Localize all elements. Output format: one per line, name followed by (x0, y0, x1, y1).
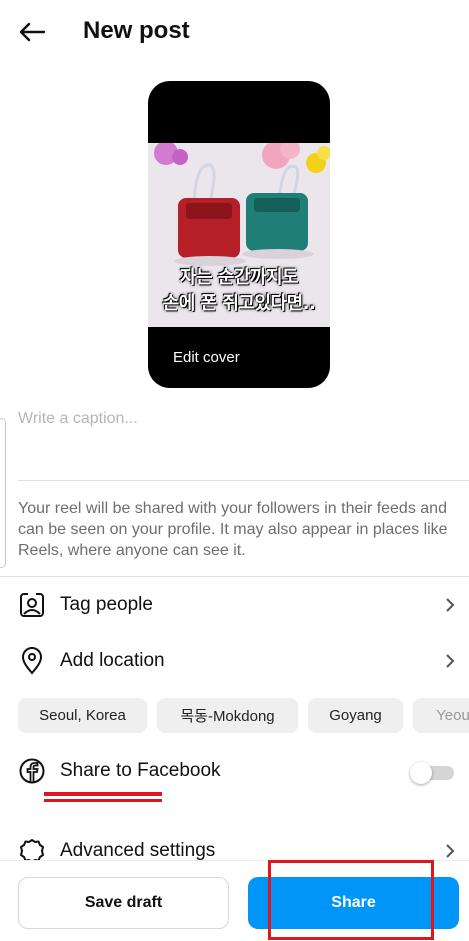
tag-person-icon (18, 591, 46, 619)
chevron-right-icon (442, 651, 458, 671)
arrow-left-icon (19, 22, 46, 42)
advanced-settings-label: Advanced settings (60, 840, 216, 861)
redaction-bar (44, 799, 162, 802)
cover-preview[interactable]: 자는 순간까지도 손에 폰 쥐고있다면.. Edit cover (148, 81, 330, 388)
location-chip[interactable]: Yeou (413, 698, 469, 733)
share-facebook-row: Share to Facebook (0, 747, 469, 795)
location-chip[interactable]: 목동-Mokdong (157, 698, 298, 733)
chevron-right-icon (442, 841, 458, 861)
tag-people-label: Tag people (60, 594, 153, 615)
caption-input[interactable]: Write a caption... (18, 410, 138, 428)
back-button[interactable] (14, 16, 50, 48)
annotation-highlight-box (268, 860, 434, 940)
location-suggestions: Seoul, Korea 목동-Mokdong Goyang Yeou (18, 698, 469, 734)
chevron-right-icon (442, 595, 458, 615)
header: New post (0, 0, 469, 64)
caption-edge (0, 418, 6, 568)
cover-overlay-line-2: 손에 폰 쥐고있다면.. (162, 293, 316, 314)
location-chip[interactable]: Goyang (308, 698, 403, 733)
divider (18, 480, 469, 481)
location-chip[interactable]: Seoul, Korea (18, 698, 147, 733)
add-location-label: Add location (60, 650, 165, 671)
divider (0, 576, 469, 577)
share-facebook-toggle[interactable] (410, 761, 454, 784)
redacted-account-name (44, 790, 162, 804)
edit-cover-button[interactable]: Edit cover (173, 349, 240, 366)
facebook-icon (18, 757, 46, 785)
add-location-row[interactable]: Add location (0, 637, 469, 685)
cover-overlay-line-1: 자는 순간까지도 (179, 267, 299, 288)
save-draft-button[interactable]: Save draft (18, 877, 229, 929)
redaction-bar (44, 792, 162, 796)
share-facebook-label: Share to Facebook (60, 760, 221, 781)
location-pin-icon (18, 647, 46, 675)
tag-people-row[interactable]: Tag people (0, 581, 469, 629)
toggle-knob (410, 762, 432, 784)
share-info-text: Your reel will be shared with your follo… (18, 500, 448, 559)
page-title: New post (83, 17, 190, 44)
